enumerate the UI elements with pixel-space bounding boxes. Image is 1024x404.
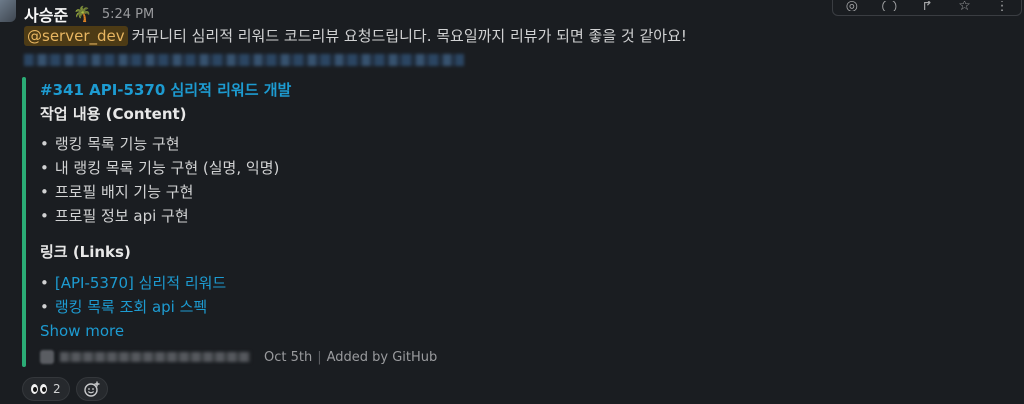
list-item: [API-5370] 심리적 리워드 — [40, 271, 226, 295]
jira-link[interactable]: [API-5370] 심리적 리워드 — [55, 274, 226, 292]
bookmark-star-icon[interactable]: ☆ — [957, 1, 973, 11]
list-item: 랭킹 목록 조회 api 스펙 — [40, 295, 226, 319]
message-actions-toolbar: ◎ ◯ ↱ ☆ ⋮ — [832, 0, 1022, 16]
content-heading: 작업 내용 (Content) — [40, 105, 187, 123]
attachment-accent-bar — [22, 77, 26, 367]
links-heading: 링크 (Links) — [40, 243, 131, 261]
message-header: 사승준 🌴 5:24 PM — [24, 2, 154, 26]
add-emoji-icon — [83, 381, 100, 397]
redacted-repo-name[interactable] — [60, 352, 250, 362]
reactions-bar: 2 — [22, 377, 108, 401]
message-text: 커뮤니티 심리적 리워드 코드리뷰 요청드립니다. 목요일까지 리뷰가 되면 좋… — [131, 27, 687, 45]
content-list: 랭킹 목록 기능 구현 내 랭킹 목록 기능 구현 (실명, 익명) 프로필 배… — [40, 132, 279, 228]
links-list: [API-5370] 심리적 리워드 랭킹 목록 조회 api 스펙 — [40, 271, 226, 319]
message-timestamp[interactable]: 5:24 PM — [102, 7, 154, 22]
list-item: 랭킹 목록 기능 구현 — [40, 132, 279, 156]
redacted-link[interactable] — [24, 54, 464, 66]
mention-tag[interactable]: @server_dev — [24, 26, 128, 46]
api-spec-link[interactable]: 랭킹 목록 조회 api 스펙 — [55, 298, 207, 316]
emoji-react-icon[interactable]: ◎ — [844, 1, 860, 11]
footer-separator: | — [317, 349, 322, 365]
message-body: @server_dev 커뮤니티 심리적 리워드 코드리뷰 요청드립니다. 목요일… — [24, 25, 687, 46]
avatar[interactable] — [0, 0, 16, 22]
reaction-count: 2 — [53, 382, 61, 396]
add-reaction-button[interactable] — [75, 377, 108, 401]
reply-thread-icon[interactable]: ◯ — [881, 1, 898, 11]
list-item: 내 랭킹 목록 기능 구현 (실명, 익명) — [40, 156, 279, 180]
list-item: 프로필 배지 기능 구현 — [40, 180, 279, 204]
attachment-footer: Oct 5th | Added by GitHub — [40, 347, 437, 367]
footer-source: Added by GitHub — [326, 349, 438, 365]
reaction-eyes[interactable]: 2 — [22, 377, 70, 401]
eyes-icon — [31, 384, 47, 394]
forward-icon[interactable]: ↱ — [919, 1, 935, 11]
show-more-link[interactable]: Show more — [40, 322, 124, 340]
palm-tree-icon: 🌴 — [73, 5, 92, 23]
footer-date: Oct 5th — [264, 349, 313, 365]
repo-icon — [40, 350, 54, 364]
attachment-title[interactable]: #341 API-5370 심리적 리워드 개발 — [40, 79, 291, 100]
list-item: 프로필 정보 api 구현 — [40, 204, 279, 228]
author-name[interactable]: 사승준 — [24, 2, 68, 26]
more-icon[interactable]: ⋮ — [994, 1, 1010, 11]
